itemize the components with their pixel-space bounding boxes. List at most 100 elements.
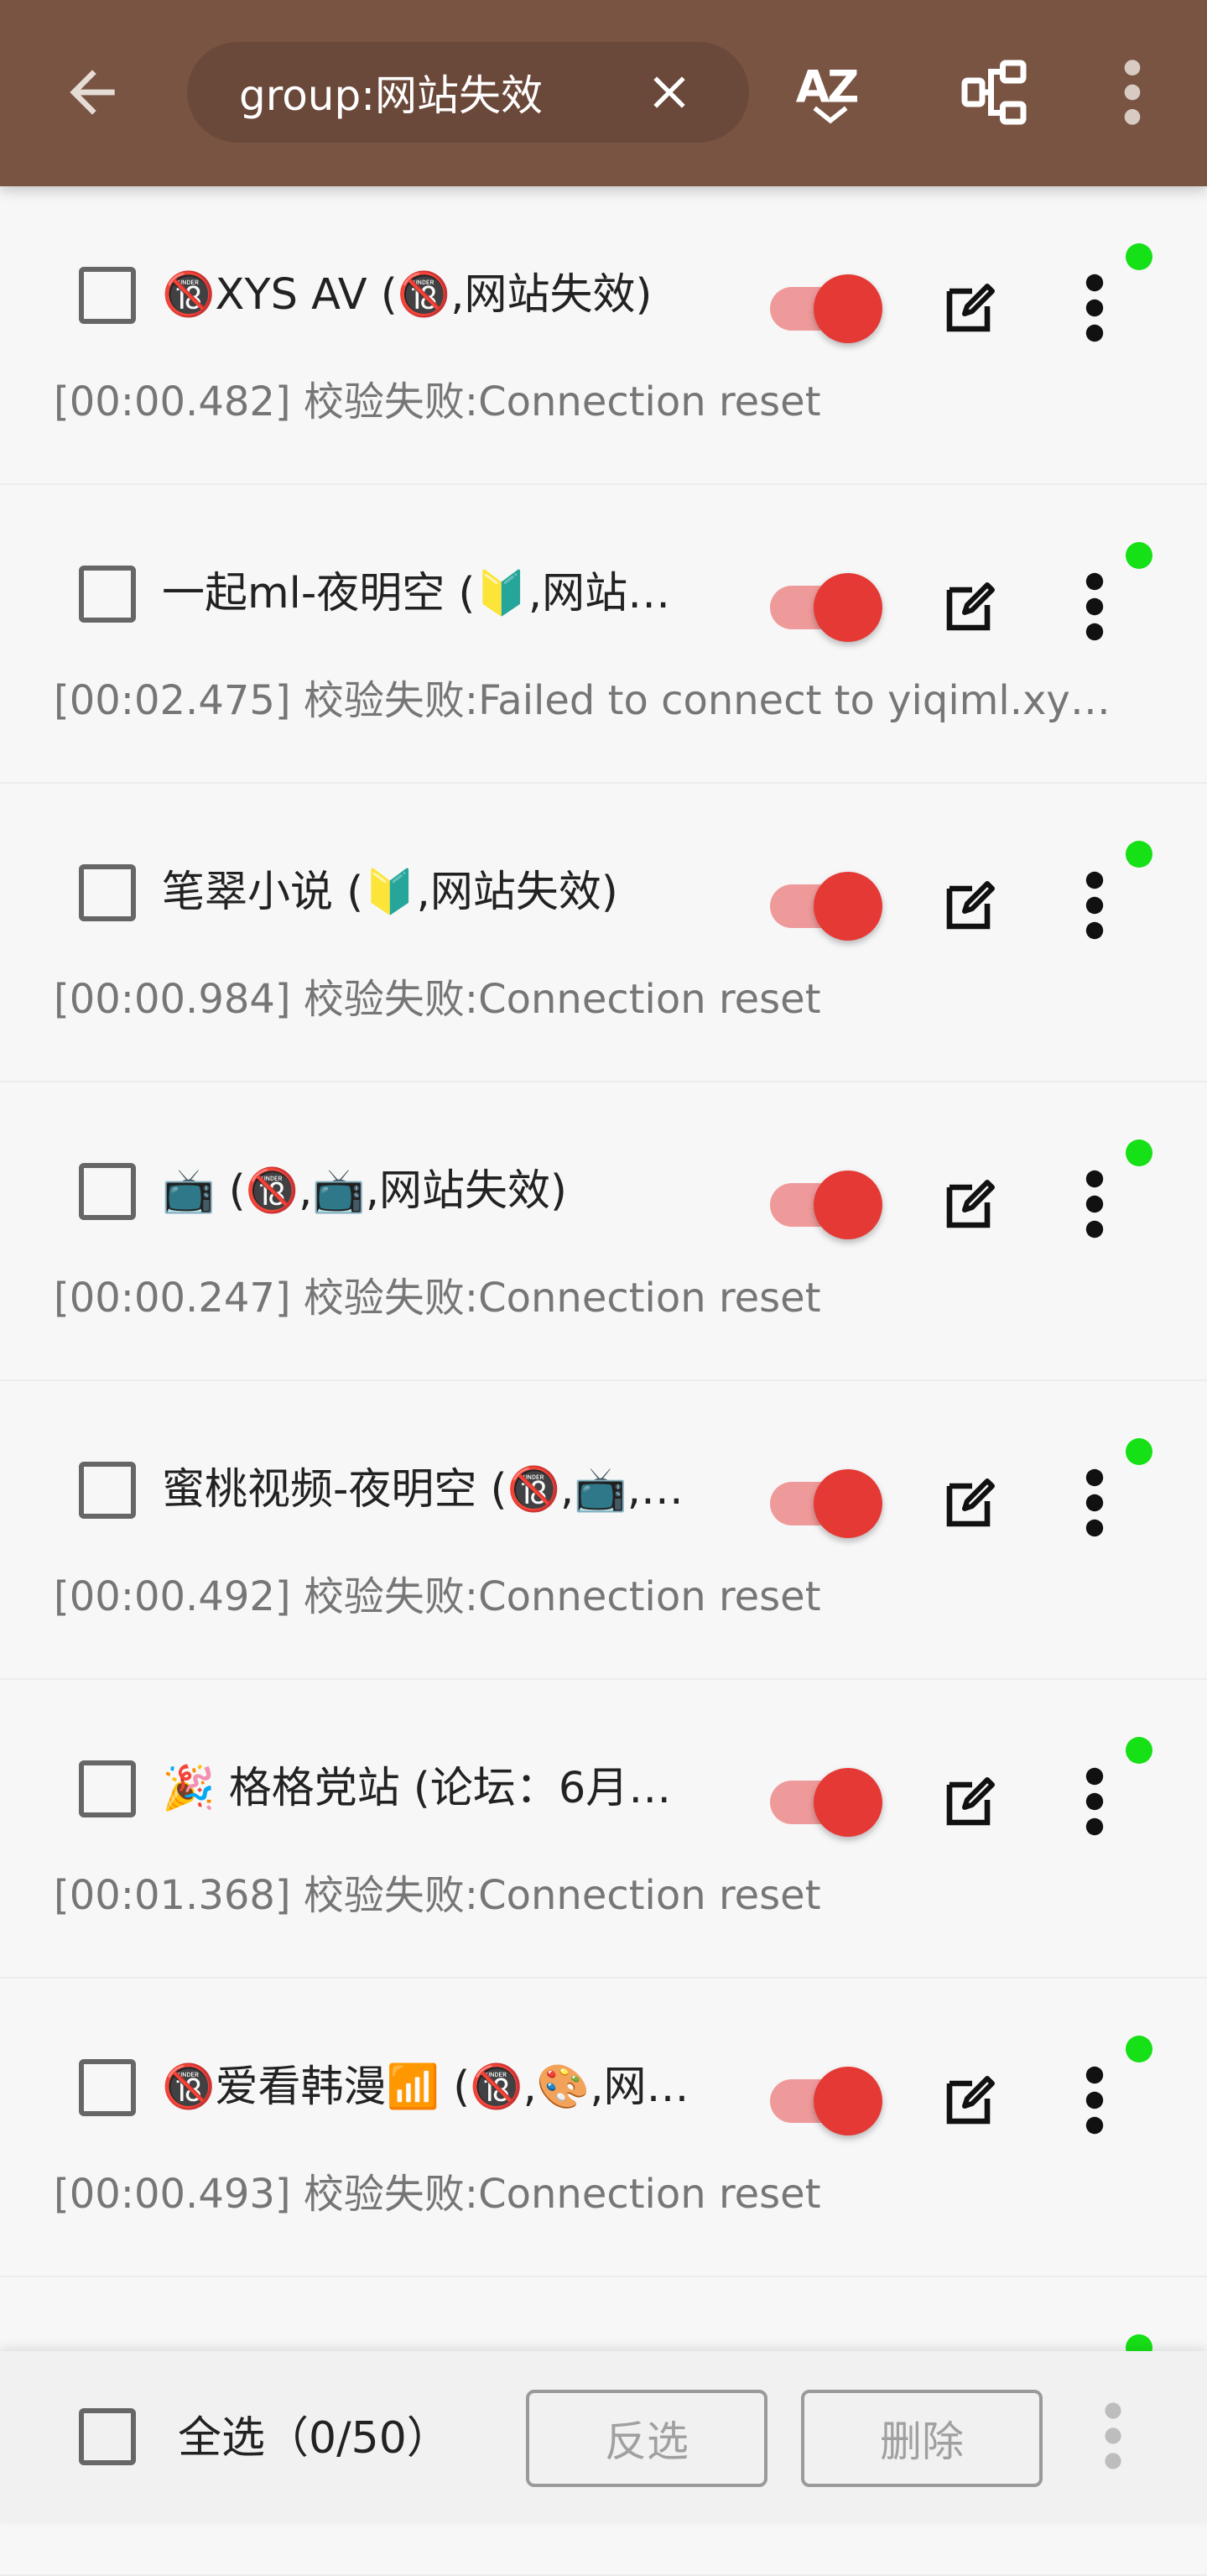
enable-switch[interactable] xyxy=(770,274,882,343)
edit-icon xyxy=(946,582,995,631)
source-status: [00:01.368] 校验失败:Connection reset xyxy=(54,1872,821,1919)
source-title: 蜜桃视频-夜明空 (🔞,📺,… xyxy=(162,1465,684,1515)
source-title: 🎉 格格党站 (论坛：6月… xyxy=(162,1764,672,1813)
enable-switch[interactable] xyxy=(770,1768,882,1837)
edit-button[interactable] xyxy=(939,577,1000,638)
row-checkbox[interactable] xyxy=(79,1163,136,1220)
switch-thumb xyxy=(814,1768,882,1837)
more-vertical-icon xyxy=(1085,1468,1104,1537)
enable-switch[interactable] xyxy=(770,573,882,642)
search-filter-text: group:网站失效 xyxy=(239,71,544,120)
arrow-back-icon xyxy=(70,70,115,115)
delete-button[interactable]: 删除 xyxy=(801,2390,1043,2487)
sort-az-icon: A Z xyxy=(796,61,859,124)
row-checkbox[interactable] xyxy=(79,1760,136,1817)
back-button[interactable] xyxy=(46,46,138,138)
source-row[interactable]: 📺 (🔞,📺,网站失效) [00:00.247] 校验失败:Connection… xyxy=(0,1082,1207,1381)
switch-thumb xyxy=(814,1469,882,1538)
more-vertical-icon xyxy=(1085,1767,1104,1836)
source-title: 🔞XYS AV (🔞,网站失效) xyxy=(162,270,653,320)
source-row[interactable]: 笔翠小说 (🔰,网站失效) [00:00.984] 校验失败:Connectio… xyxy=(0,784,1207,1082)
source-status: [00:02.475] 校验失败:Failed to connect to yi… xyxy=(54,677,1111,724)
status-dot xyxy=(1126,542,1152,569)
enable-switch[interactable] xyxy=(770,1469,882,1538)
source-row[interactable]: 蜜桃视频-夜明空 (🔞,📺,… [00:00.492] 校验失败:Connect… xyxy=(0,1381,1207,1680)
select-all-label: 全选（0/50） xyxy=(178,2413,450,2464)
switch-thumb xyxy=(814,872,882,941)
row-checkbox[interactable] xyxy=(79,1462,136,1519)
edit-icon xyxy=(946,2076,995,2125)
status-dot xyxy=(1126,841,1152,868)
source-title: 一起ml-夜明空 (🔰,网站… xyxy=(162,569,671,618)
source-title: 📺 (🔞,📺,网站失效) xyxy=(162,1166,567,1216)
edit-icon xyxy=(946,1777,995,1826)
more-vertical-icon xyxy=(1085,1170,1104,1238)
select-all-checkbox[interactable] xyxy=(79,2408,136,2465)
top-app-bar: group:网站失效 A Z xyxy=(0,0,1207,186)
more-vertical-icon xyxy=(1085,572,1104,641)
source-status: [00:00.493] 校验失败:Connection reset xyxy=(54,2171,821,2218)
row-checkbox[interactable] xyxy=(79,864,136,921)
search-filter-chip[interactable]: group:网站失效 xyxy=(187,42,749,143)
source-row[interactable]: 🎉 格格党站 (论坛：6月… [00:01.368] 校验失败:Connecti… xyxy=(0,1680,1207,1979)
edit-button[interactable] xyxy=(939,1473,1000,1534)
source-row[interactable]: 🔞爱看韩漫📶 (🔞,🎨,网… [00:00.493] 校验失败:Connecti… xyxy=(0,1979,1207,2277)
bottom-action-bar: 全选（0/50） 反选 删除 xyxy=(0,2351,1207,2522)
source-title: 笔翠小说 (🔰,网站失效) xyxy=(162,868,618,917)
bottom-more-button[interactable] xyxy=(1100,2398,1142,2474)
edit-button[interactable] xyxy=(939,279,1000,339)
edit-icon xyxy=(946,1180,995,1228)
svg-text:Z: Z xyxy=(827,61,859,112)
source-status: [00:00.482] 校验失败:Connection reset xyxy=(54,378,821,425)
sort-button[interactable]: A Z xyxy=(784,46,877,138)
switch-thumb xyxy=(814,274,882,343)
row-checkbox[interactable] xyxy=(79,267,136,324)
row-more-button[interactable] xyxy=(1074,1166,1116,1242)
row-more-button[interactable] xyxy=(1074,270,1116,346)
source-row[interactable]: 一起ml-夜明空 (🔰,网站… [00:02.475] 校验失败:Failed … xyxy=(0,485,1207,784)
svg-text:A: A xyxy=(796,61,830,112)
more-vertical-icon xyxy=(1085,274,1104,342)
row-more-button[interactable] xyxy=(1074,569,1116,644)
status-dot xyxy=(1126,1139,1152,1166)
row-checkbox[interactable] xyxy=(79,2059,136,2116)
source-status: [00:00.984] 校验失败:Connection reset xyxy=(54,976,821,1023)
edit-icon xyxy=(946,284,995,332)
group-structure-button[interactable] xyxy=(948,46,1040,138)
row-more-button[interactable] xyxy=(1074,868,1116,943)
switch-thumb xyxy=(814,1171,882,1239)
more-vertical-icon xyxy=(1105,2402,1121,2469)
source-status: [00:00.492] 校验失败:Connection reset xyxy=(54,1573,821,1620)
enable-switch[interactable] xyxy=(770,1171,882,1239)
more-vertical-icon xyxy=(1085,2066,1104,2135)
status-dot xyxy=(1126,243,1152,270)
clear-search-button[interactable] xyxy=(640,63,699,122)
source-title: 🔞爱看韩漫📶 (🔞,🎨,网… xyxy=(162,2062,689,2112)
more-vertical-icon xyxy=(1085,871,1104,940)
edit-icon xyxy=(946,881,995,930)
edit-button[interactable] xyxy=(939,1772,1000,1833)
source-list: 🔞XYS AV (🔞,网站失效) [00:00.482] 校验失败:Connec… xyxy=(0,186,1207,2576)
close-icon xyxy=(653,76,685,108)
source-status: [00:00.247] 校验失败:Connection reset xyxy=(54,1275,821,1322)
status-dot xyxy=(1126,2036,1152,2062)
edit-button[interactable] xyxy=(939,876,1000,936)
switch-thumb xyxy=(814,2067,882,2135)
row-more-button[interactable] xyxy=(1074,1465,1116,1541)
edit-button[interactable] xyxy=(939,2071,1000,2131)
row-checkbox[interactable] xyxy=(79,566,136,623)
more-vertical-icon xyxy=(1124,60,1141,125)
status-dot xyxy=(1126,1737,1152,1764)
source-row[interactable]: 🔞XYS AV (🔞,网站失效) [00:00.482] 校验失败:Connec… xyxy=(0,186,1207,485)
row-more-button[interactable] xyxy=(1074,2062,1116,2138)
edit-icon xyxy=(946,1478,995,1527)
row-more-button[interactable] xyxy=(1074,1764,1116,1839)
switch-thumb xyxy=(814,573,882,642)
overflow-menu-button[interactable] xyxy=(1086,46,1178,138)
status-dot xyxy=(1126,1438,1152,1465)
enable-switch[interactable] xyxy=(770,872,882,941)
invert-selection-button[interactable]: 反选 xyxy=(526,2390,767,2487)
edit-button[interactable] xyxy=(939,1175,1000,1235)
enable-switch[interactable] xyxy=(770,2067,882,2135)
tree-structure-icon xyxy=(961,60,1027,125)
